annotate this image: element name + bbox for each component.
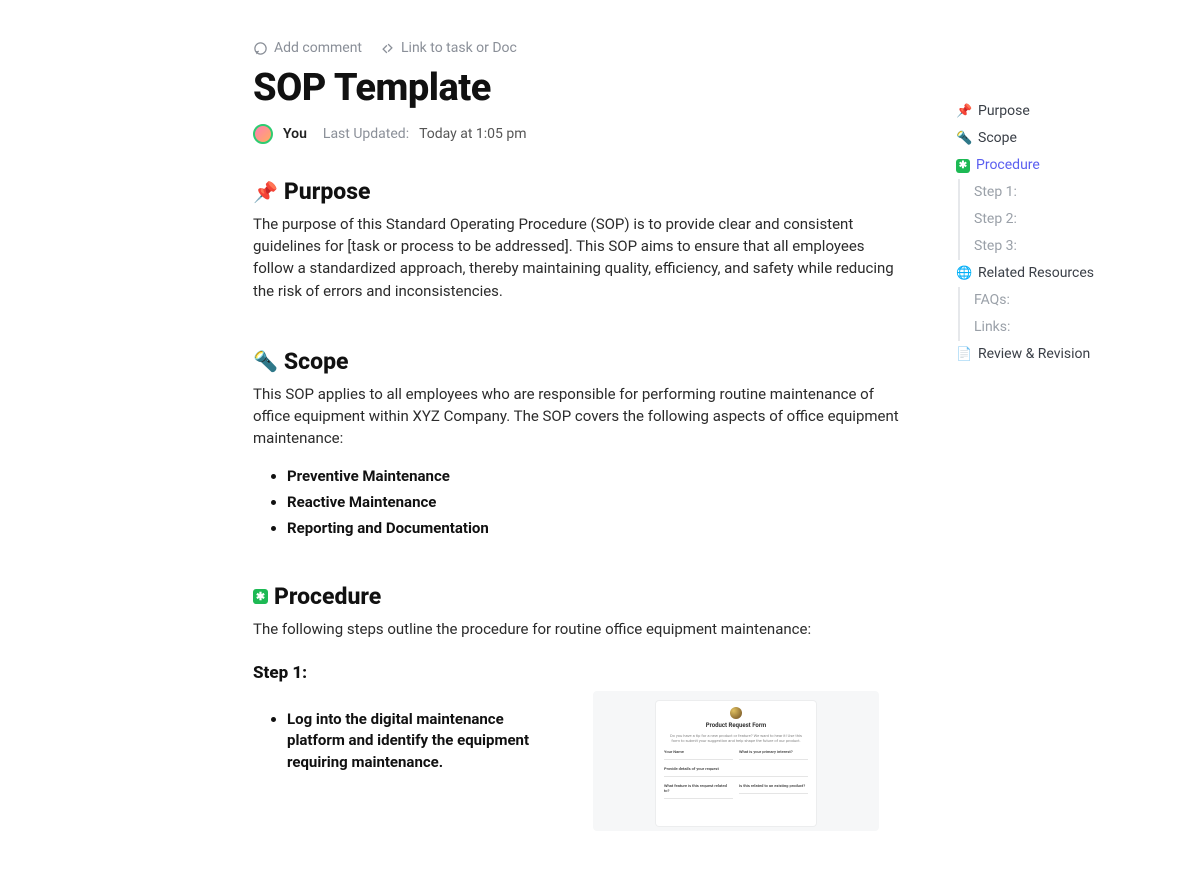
globe-icon: 🌐 (956, 264, 972, 284)
page-title[interactable]: SOP Template (253, 66, 908, 110)
outline-item-step3[interactable]: Step 3: (958, 233, 1156, 260)
list-item[interactable]: Log into the digital maintenance platfor… (287, 709, 553, 774)
flashlight-icon: 🔦 (253, 351, 278, 371)
outline-item-faqs[interactable]: FAQs: (958, 287, 1156, 314)
comment-icon (253, 41, 268, 56)
pushpin-icon: 📌 (956, 102, 972, 122)
author-name[interactable]: You (283, 126, 307, 142)
asterisk-icon: ✱ (253, 589, 268, 604)
purpose-body[interactable]: The purpose of this Standard Operating P… (253, 213, 908, 302)
outline-item-links[interactable]: Links: (958, 314, 1156, 341)
top-actions-bar: Add comment Link to task or Doc (253, 40, 908, 56)
outline-item-purpose[interactable]: 📌 Purpose (956, 98, 1156, 125)
step1-row: Log into the digital maintenance platfor… (253, 691, 908, 831)
link-task-button[interactable]: Link to task or Doc (380, 40, 517, 56)
outline-label: Procedure (976, 155, 1040, 176)
link-task-label: Link to task or Doc (401, 40, 517, 56)
scope-heading[interactable]: 🔦 Scope (253, 348, 908, 375)
outline-item-scope[interactable]: 🔦 Scope (956, 125, 1156, 152)
procedure-intro[interactable]: The following steps outline the procedur… (253, 618, 908, 640)
purpose-heading[interactable]: 📌 Purpose (253, 178, 908, 205)
form-field-label: Is this related to an existing product? (739, 783, 808, 788)
link-icon (380, 41, 395, 56)
outline-label: Purpose (978, 101, 1030, 122)
section-procedure: ✱ Procedure The following steps outline … (253, 583, 908, 830)
outline-item-review[interactable]: 📄 Review & Revision (956, 341, 1156, 368)
section-purpose: 📌 Purpose The purpose of this Standard O… (253, 178, 908, 302)
outline-item-step1[interactable]: Step 1: (958, 179, 1156, 206)
form-desc: Do you have a tip for a new product or f… (664, 733, 808, 743)
section-scope: 🔦 Scope This SOP applies to all employee… (253, 348, 908, 538)
updated-value: Today at 1:05 pm (419, 126, 526, 142)
list-item[interactable]: Reporting and Documentation (287, 519, 908, 537)
form-title: Product Request Form (706, 722, 766, 729)
add-comment-button[interactable]: Add comment (253, 40, 362, 56)
outline-label: Review & Revision (978, 344, 1090, 365)
outline-panel: 📌 Purpose 🔦 Scope ✱ Procedure Step 1: St… (956, 98, 1156, 368)
document-icon: 📄 (956, 345, 972, 365)
list-item[interactable]: Preventive Maintenance (287, 467, 908, 485)
form-avatar-icon (730, 707, 742, 719)
outline-item-step2[interactable]: Step 2: (958, 206, 1156, 233)
meta-row: You Last Updated: Today at 1:05 pm (253, 124, 908, 144)
embedded-form-card[interactable]: Product Request Form Do you have a tip f… (593, 691, 879, 831)
scope-list: Preventive Maintenance Reactive Maintena… (253, 467, 908, 537)
flashlight-icon: 🔦 (956, 129, 972, 149)
procedure-heading-text: Procedure (274, 583, 381, 610)
outline-item-related[interactable]: 🌐 Related Resources (956, 260, 1156, 287)
form-field-label: What is your primary interest? (739, 749, 808, 754)
step1-list: Log into the digital maintenance platfor… (253, 709, 553, 782)
outline-label: Related Resources (978, 263, 1094, 284)
step1-heading[interactable]: Step 1: (253, 663, 908, 683)
scope-heading-text: Scope (284, 348, 349, 375)
document-body: Add comment Link to task or Doc SOP Temp… (253, 40, 908, 831)
outline-item-procedure[interactable]: ✱ Procedure (956, 152, 1156, 179)
updated-label: Last Updated: (323, 126, 409, 142)
purpose-heading-text: Purpose (284, 178, 371, 205)
pushpin-icon: 📌 (253, 182, 278, 202)
scope-body[interactable]: This SOP applies to all employees who ar… (253, 383, 908, 450)
form-preview: Product Request Form Do you have a tip f… (656, 701, 816, 826)
add-comment-label: Add comment (274, 40, 362, 56)
form-field-label: What feature is this request related to? (664, 783, 733, 793)
form-field-label: Your Name (664, 749, 733, 754)
asterisk-icon: ✱ (956, 159, 970, 173)
outline-label: Scope (978, 128, 1017, 149)
avatar[interactable] (253, 124, 273, 144)
procedure-heading[interactable]: ✱ Procedure (253, 583, 908, 610)
form-field-label: Provide details of your request (664, 766, 808, 771)
list-item[interactable]: Reactive Maintenance (287, 493, 908, 511)
